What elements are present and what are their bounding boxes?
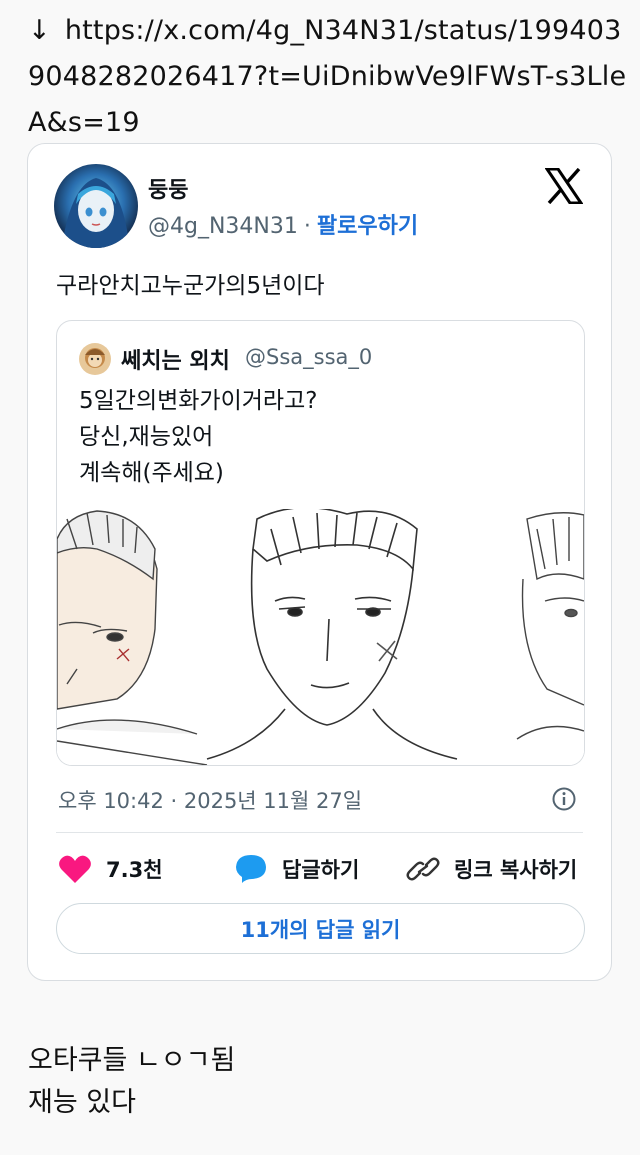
copy-link-button[interactable]: 링크 복사하기	[406, 849, 577, 889]
tweet-actions: 7.3천 답글하기 링크 복사하기	[56, 849, 585, 889]
author-avatar[interactable]	[54, 164, 138, 248]
quote-text: 5일간의변화가이거라고? 당신,재능있어 계속해(주세요)	[79, 383, 317, 491]
like-count: 7.3천	[106, 858, 163, 882]
divider	[56, 832, 583, 833]
author-name[interactable]: 둥둥	[148, 172, 188, 204]
info-icon[interactable]	[551, 786, 577, 812]
author-meta: @4g_N34N31 · 팔로우하기	[148, 208, 418, 240]
caption-line: 재능 있다	[28, 1087, 136, 1118]
quote-attached-image[interactable]	[57, 506, 584, 765]
caption-line: 오타쿠들 ㄴㅇㄱ됨	[28, 1045, 236, 1076]
read-replies-button[interactable]: 11개의 답글 읽기	[56, 903, 585, 954]
speech-bubble-icon	[236, 855, 266, 883]
quote-line: 5일간의변화가이거라고?	[79, 388, 318, 414]
author-handle[interactable]: @4g_N34N31	[148, 214, 298, 239]
x-logo-icon[interactable]	[544, 167, 584, 205]
reply-button[interactable]: 답글하기	[234, 849, 359, 889]
link-icon	[406, 857, 440, 881]
quoted-tweet[interactable]: 쎄치는 외치 @Ssa_ssa_0 5일간의변화가이거라고? 당신,재능있어 계…	[56, 320, 585, 766]
quote-author-handle[interactable]: @Ssa_ssa_0	[245, 345, 372, 369]
post-caption: 오타쿠들 ㄴㅇㄱ됨 재능 있다	[28, 1040, 235, 1124]
tweet-card: 둥둥 @4g_N34N31 · 팔로우하기 구라안치고누군가의5년이다 쎄치는 외치…	[27, 143, 612, 981]
quote-line: 계속해(주세요)	[79, 460, 224, 486]
copy-link-label: 링크 복사하기	[454, 858, 578, 882]
heart-icon	[59, 855, 91, 883]
tweet-text: 구라안치고누군가의5년이다	[56, 273, 325, 299]
follow-button[interactable]: 팔로우하기	[317, 214, 418, 239]
separator-dot: ·	[303, 214, 311, 239]
like-button[interactable]: 7.3천	[58, 849, 163, 889]
quote-author-avatar[interactable]	[79, 343, 111, 375]
down-arrow-icon: ↓	[28, 15, 51, 46]
shared-url[interactable]: ↓ https://x.com/4g_N34N31/status/19940390…	[28, 8, 628, 146]
quote-author-name[interactable]: 쎄치는 외치	[121, 343, 230, 375]
tweet-timestamp[interactable]: 오후 10:42 · 2025년 11월 27일	[58, 785, 362, 815]
quote-line: 당신,재능있어	[79, 424, 214, 450]
url-text[interactable]: https://x.com/4g_N34N31/status/199403904…	[28, 15, 626, 138]
reply-label: 답글하기	[282, 858, 360, 882]
